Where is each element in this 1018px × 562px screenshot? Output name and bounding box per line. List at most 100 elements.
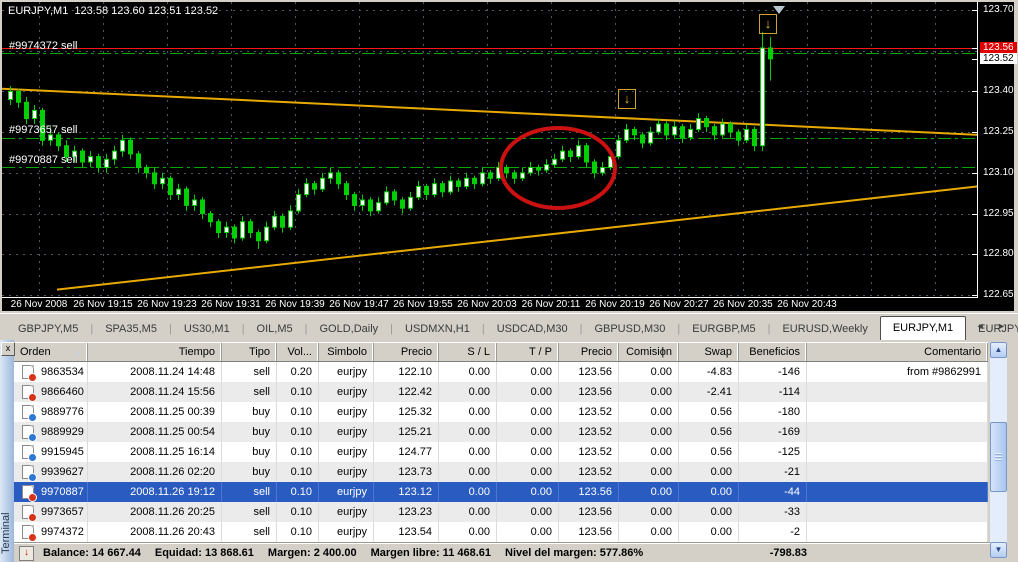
column-header-tp[interactable]: T / P [497, 343, 559, 361]
vertical-scrollbar[interactable]: ▲ ▼ [990, 342, 1007, 558]
column-header-comment[interactable]: Comentario [807, 343, 988, 361]
tab-us30-m1[interactable]: US30,M1 [172, 319, 242, 340]
ask-price-badge: 123.56 [980, 42, 1017, 53]
cell-time: 2008.11.25 00:39 [88, 402, 222, 422]
cell-price2: 123.56 [559, 502, 619, 522]
price-axis[interactable]: 123.70123.56123.52123.40123.25123.10122.… [978, 2, 1014, 298]
cell-sl: 0.00 [439, 462, 497, 482]
cell-type: sell [222, 362, 277, 382]
cell-order: 9974372 [14, 522, 88, 542]
tab-eurusd-weekly[interactable]: EURUSD,Weekly [770, 319, 879, 340]
cell-comment [807, 422, 988, 442]
tab-usdmxn-h1[interactable]: USDMXN,H1 [393, 319, 482, 340]
order-row-9915945[interactable]: 99159452008.11.25 16:14buy0.10eurjpy124.… [14, 442, 988, 462]
column-header-symbol[interactable]: Simbolo [319, 343, 374, 361]
tab-spa35-m5[interactable]: SPA35,M5 [93, 319, 169, 340]
column-header-profit[interactable]: Beneficios [739, 343, 807, 361]
cell-type: buy [222, 422, 277, 442]
orders-table: 98635342008.11.24 14:48sell0.20eurjpy122… [14, 362, 988, 542]
order-row-9866460[interactable]: 98664602008.11.24 15:56sell0.10eurjpy122… [14, 382, 988, 402]
tab-eurjpy-m1[interactable]: EURJPY,M1 [880, 316, 966, 340]
cell-profit: -33 [739, 502, 807, 522]
cell-vol: 0.10 [277, 502, 319, 522]
orders-table-header: OrdenTiempoTipoVol...SimboloPrecioS / LT… [14, 342, 988, 362]
sell-signal-marker-icon[interactable]: ↓ [618, 89, 636, 109]
price-tick-label: 122.95 [983, 208, 1014, 219]
cell-time: 2008.11.24 15:56 [88, 382, 222, 402]
column-header-type[interactable]: Tipo [222, 343, 277, 361]
time-tick-label: 26 Nov 20:11 [522, 299, 581, 310]
tab-gbpusd-m30[interactable]: GBPUSD,M30 [582, 319, 677, 340]
tab-usdcad-m30[interactable]: USDCAD,M30 [485, 319, 580, 340]
scroll-right-icon[interactable]: ► [997, 321, 1006, 331]
chart-shift-icon[interactable] [773, 6, 785, 14]
cell-sl: 0.00 [439, 382, 497, 402]
sell-signal-marker-icon[interactable]: ↓ [759, 14, 777, 34]
tab-oil-m5[interactable]: OIL,M5 [245, 319, 305, 340]
cell-order: 9939627 [14, 462, 88, 482]
cell-price2: 123.52 [559, 462, 619, 482]
cell-price: 123.73 [374, 462, 439, 482]
order-row-9970887[interactable]: 99708872008.11.26 19:12sell0.10eurjpy123… [14, 482, 988, 502]
cell-price2: 123.52 [559, 442, 619, 462]
close-icon[interactable]: x [1, 342, 15, 356]
cell-comment [807, 482, 988, 502]
price-tick-label: 123.10 [983, 167, 1014, 178]
chart-symbol-label: EURJPY,M1 123.58 123.60 123.51 123.52 [8, 5, 218, 17]
cell-swap: 0.56 [679, 422, 739, 442]
cell-vol: 0.10 [277, 442, 319, 462]
cell-tp: 0.00 [497, 502, 559, 522]
price-tick-label: 123.40 [983, 85, 1014, 96]
order-line-label: #9970887 sell [9, 154, 78, 166]
scroll-down-icon[interactable]: ▼ [990, 542, 1007, 558]
cell-tp: 0.00 [497, 382, 559, 402]
order-row-9889776[interactable]: 98897762008.11.25 00:39buy0.10eurjpy125.… [14, 402, 988, 422]
cell-price: 123.12 [374, 482, 439, 502]
column-header-swap[interactable]: Swap [679, 343, 739, 361]
time-axis[interactable]: 26 Nov 200826 Nov 19:1526 Nov 19:2326 No… [2, 299, 978, 311]
cell-sl: 0.00 [439, 522, 497, 542]
cell-swap: 0.00 [679, 482, 739, 502]
terminal-vertical-tab[interactable]: Terminal [0, 340, 14, 562]
cell-commission: 0.00 [619, 442, 679, 462]
cell-price2: 123.56 [559, 382, 619, 402]
column-header-sl[interactable]: S / L [439, 343, 497, 361]
cell-tp: 0.00 [497, 362, 559, 382]
order-row-9974372[interactable]: 99743722008.11.26 20:43sell0.10eurjpy123… [14, 522, 988, 542]
cell-comment [807, 522, 988, 542]
cell-tp: 0.00 [497, 522, 559, 542]
chart-panel[interactable]: EURJPY,M1 123.58 123.60 123.51 123.52 #9… [2, 2, 1014, 311]
column-header-price2[interactable]: Precio [559, 343, 619, 361]
trade-status-icon: ↓ [19, 546, 34, 561]
floating-loss-value: -798.83 [770, 543, 807, 562]
cell-price: 123.23 [374, 502, 439, 522]
time-tick-label: 26 Nov 19:31 [201, 299, 261, 310]
order-row-9939627[interactable]: 99396272008.11.26 02:20buy0.10eurjpy123.… [14, 462, 988, 482]
cell-tp: 0.00 [497, 422, 559, 442]
tab-eurgbp-m5[interactable]: EURGBP,M5 [680, 319, 767, 340]
column-header-time[interactable]: Tiempo [88, 343, 222, 361]
cell-price2: 123.56 [559, 362, 619, 382]
scrollbar-thumb[interactable] [990, 422, 1007, 492]
scroll-left-icon[interactable]: ◄ [976, 321, 985, 331]
scroll-up-icon[interactable]: ▲ [990, 342, 1007, 358]
cell-price: 122.10 [374, 362, 439, 382]
column-header-vol[interactable]: Vol... [277, 343, 319, 361]
column-header-commission[interactable]: Comisiϕn [619, 343, 679, 361]
tab-scroll-buttons: ◄ ► [966, 321, 1006, 331]
order-row-9863534[interactable]: 98635342008.11.24 14:48sell0.20eurjpy122… [14, 362, 988, 382]
cell-profit: -180 [739, 402, 807, 422]
cell-commission: 0.00 [619, 502, 679, 522]
cell-symbol: eurjpy [319, 442, 374, 462]
cell-price2: 123.56 [559, 522, 619, 542]
order-row-9889929[interactable]: 98899292008.11.25 00:54buy0.10eurjpy125.… [14, 422, 988, 442]
price-tick-label: 122.80 [983, 248, 1014, 259]
column-header-price[interactable]: Precio [374, 343, 439, 361]
column-header-order[interactable]: Orden [14, 343, 88, 361]
order-buy-icon [22, 405, 34, 419]
tab-gbpjpy-m5[interactable]: GBPJPY,M5 [6, 319, 90, 340]
tab-gold-daily[interactable]: GOLD,Daily [307, 319, 390, 340]
order-row-9973657[interactable]: 99736572008.11.26 20:25sell0.10eurjpy123… [14, 502, 988, 522]
cell-commission: 0.00 [619, 522, 679, 542]
order-buy-icon [22, 425, 34, 439]
